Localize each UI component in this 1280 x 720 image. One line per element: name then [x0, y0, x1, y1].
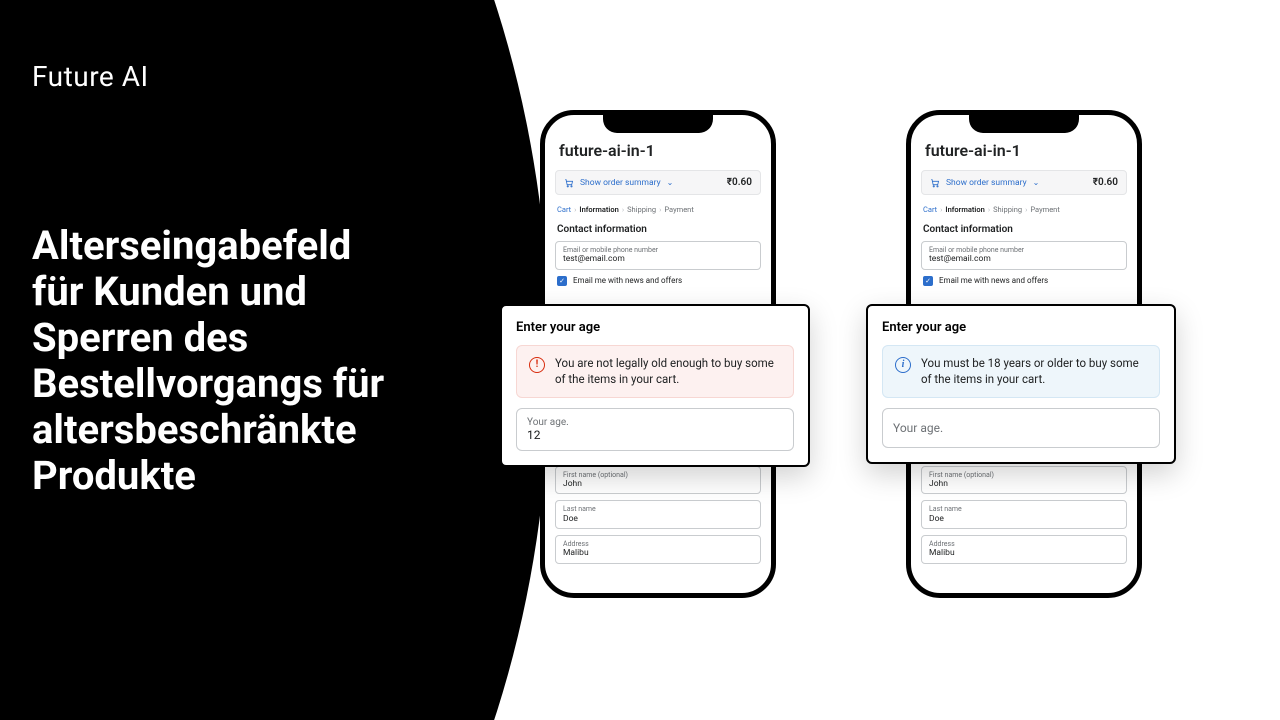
news-label: Email me with news and offers	[939, 276, 1048, 285]
slide: Future AI Alterseingabefeld für Kunden u…	[0, 0, 1280, 720]
checkbox-checked-icon: ✓	[557, 276, 567, 286]
alert-error-icon: !	[529, 357, 545, 373]
phone-mockups: future-ai-in-1 Show order summary ⌄ ₹0.6…	[540, 110, 1142, 598]
contact-heading: Contact information	[923, 224, 1125, 235]
crumb-shipping: Shipping	[627, 205, 656, 214]
alert-info-icon: i	[895, 357, 911, 373]
address-field[interactable]: AddressMalibu	[921, 535, 1127, 564]
crumb-shipping: Shipping	[993, 205, 1022, 214]
order-summary-toggle[interactable]: Show order summary ⌄ ₹0.60	[921, 170, 1127, 195]
brand-logo: Future AI	[32, 60, 500, 93]
headline: Alterseingabefeld für Kunden und Sperren…	[32, 223, 402, 499]
hero-panel: Future AI Alterseingabefeld für Kunden u…	[0, 0, 550, 720]
chevron-down-icon: ⌄	[667, 178, 674, 187]
crumb-cart[interactable]: Cart	[923, 205, 937, 214]
store-name: future-ai-in-1	[925, 141, 1123, 160]
order-total: ₹0.60	[1093, 177, 1118, 188]
last-name-field[interactable]: Last nameDoe	[555, 500, 761, 529]
phone-notch	[603, 115, 713, 133]
error-alert: ! You are not legally old enough to buy …	[516, 345, 794, 398]
crumb-information: Information	[579, 205, 618, 214]
news-checkbox-row[interactable]: ✓ Email me with news and offers	[923, 276, 1125, 286]
address-field[interactable]: AddressMalibu	[555, 535, 761, 564]
store-name: future-ai-in-1	[559, 141, 757, 160]
phone-error-state: future-ai-in-1 Show order summary ⌄ ₹0.6…	[540, 110, 776, 598]
phone-notch	[969, 115, 1079, 133]
crumb-payment: Payment	[1030, 205, 1059, 214]
age-popout-info: Enter your age i You must be 18 years or…	[866, 304, 1176, 464]
checkbox-checked-icon: ✓	[923, 276, 933, 286]
order-total: ₹0.60	[727, 177, 752, 188]
summary-label: Show order summary	[946, 178, 1027, 188]
chevron-down-icon: ⌄	[1033, 178, 1040, 187]
cart-icon	[930, 178, 940, 188]
contact-heading: Contact information	[557, 224, 759, 235]
crumb-information: Information	[945, 205, 984, 214]
first-name-field[interactable]: First name (optional)John	[921, 466, 1127, 495]
last-name-field[interactable]: Last nameDoe	[921, 500, 1127, 529]
first-name-field[interactable]: First name (optional)John	[555, 466, 761, 495]
news-label: Email me with news and offers	[573, 276, 682, 285]
crumb-payment: Payment	[664, 205, 693, 214]
crumb-cart[interactable]: Cart	[557, 205, 571, 214]
popout-title: Enter your age	[882, 320, 1160, 335]
age-input[interactable]: Your age. 12	[516, 408, 794, 451]
popout-title: Enter your age	[516, 320, 794, 335]
info-alert: i You must be 18 years or older to buy s…	[882, 345, 1160, 398]
age-popout-error: Enter your age ! You are not legally old…	[500, 304, 810, 467]
age-placeholder: Your age.	[893, 421, 1149, 435]
news-checkbox-row[interactable]: ✓ Email me with news and offers	[557, 276, 759, 286]
order-summary-toggle[interactable]: Show order summary ⌄ ₹0.60	[555, 170, 761, 195]
info-message: You must be 18 years or older to buy som…	[921, 356, 1147, 387]
email-field[interactable]: Email or mobile phone number test@email.…	[555, 241, 761, 270]
summary-label: Show order summary	[580, 178, 661, 188]
error-message: You are not legally old enough to buy so…	[555, 356, 781, 387]
phone-info-state: future-ai-in-1 Show order summary ⌄ ₹0.6…	[906, 110, 1142, 598]
email-field[interactable]: Email or mobile phone number test@email.…	[921, 241, 1127, 270]
breadcrumb: Cart›Information›Shipping›Payment	[557, 205, 759, 214]
breadcrumb: Cart›Information›Shipping›Payment	[923, 205, 1125, 214]
cart-icon	[564, 178, 574, 188]
age-input[interactable]: Your age.	[882, 408, 1160, 448]
